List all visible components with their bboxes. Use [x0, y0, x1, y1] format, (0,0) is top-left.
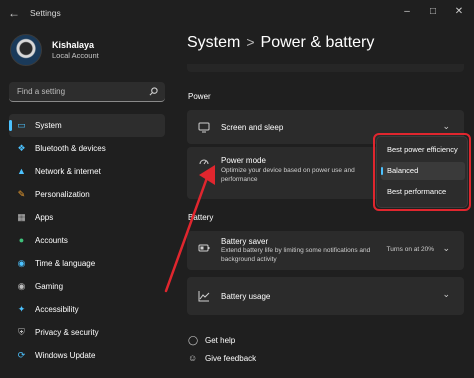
battery-saver-status: Turns on at 20% [386, 246, 434, 253]
battery-saver-label: Battery saver [221, 237, 269, 246]
sidebar-item-accounts[interactable]: ● Accounts [9, 229, 165, 252]
sidebar-item-accessibility[interactable]: ✦ Accessibility [9, 298, 165, 321]
sidebar-item-privacy[interactable]: ⛨ Privacy & security [9, 321, 165, 344]
sidebar-item-network[interactable]: ▲ Network & internet [9, 160, 165, 183]
battery-usage-card[interactable]: Battery usage ⌄ [187, 277, 464, 315]
breadcrumb: System > Power & battery [187, 34, 374, 52]
content-top-edge [187, 64, 464, 72]
screen-sleep-icon [198, 122, 210, 133]
avatar[interactable] [10, 34, 42, 66]
sidebar-item-label: Windows Update [35, 351, 96, 360]
accessibility-icon: ✦ [17, 304, 26, 314]
minimize-button[interactable]: – [398, 4, 416, 20]
help-icon: ◯ [188, 335, 199, 345]
sidebar-item-system[interactable]: ▭ System [9, 114, 165, 137]
screen-and-sleep-label: Screen and sleep [221, 123, 284, 132]
battery-saver-description: Extend battery life by limiting some not… [221, 247, 371, 263]
sidebar-item-label: Accessibility [35, 305, 79, 314]
sidebar-item-label: Personalization [35, 190, 90, 199]
give-feedback-link[interactable]: Give feedback [205, 354, 256, 363]
back-arrow-icon[interactable]: ← [8, 6, 22, 20]
shield-icon: ⛨ [18, 327, 25, 337]
update-icon: ⟳ [17, 350, 26, 360]
annotation-arrow [164, 165, 215, 293]
sidebar-item-label: Privacy & security [35, 328, 99, 337]
search-input[interactable]: Find a setting [9, 82, 165, 102]
chevron-down-icon[interactable]: ⌄ [442, 121, 450, 132]
bluetooth-icon: ❖ [17, 143, 26, 153]
account-type: Local Account [52, 51, 99, 60]
power-mode-label: Power mode [221, 156, 266, 165]
sidebar-item-label: Bluetooth & devices [35, 144, 106, 153]
sidebar-item-windows-update[interactable]: ⟳ Windows Update [9, 344, 165, 367]
user-name: Kishalaya [52, 40, 95, 50]
monitor-icon: ▭ [17, 120, 26, 130]
title-bar: ← Settings – □ ✕ [0, 0, 474, 26]
sidebar-nav: ▭ System ❖ Bluetooth & devices ▲ Network… [9, 114, 165, 367]
section-heading-power: Power [188, 92, 211, 101]
sidebar-item-gaming[interactable]: ◉ Gaming [9, 275, 165, 298]
sidebar-item-label: Accounts [35, 236, 68, 245]
battery-usage-label: Battery usage [221, 292, 271, 301]
wifi-icon: ▲ [17, 166, 26, 176]
feedback-icon: ☺ [188, 353, 198, 363]
sidebar-item-apps[interactable]: ▦ Apps [9, 206, 165, 229]
battery-saver-card[interactable]: Battery saver Extend battery life by lim… [187, 231, 464, 270]
close-button[interactable]: ✕ [450, 4, 468, 20]
chevron-down-icon[interactable]: ⌄ [442, 289, 450, 300]
power-mode-description: Optimize your device based on power use … [221, 167, 355, 183]
breadcrumb-parent[interactable]: System [187, 34, 240, 51]
search-placeholder: Find a setting [17, 87, 66, 96]
sidebar-item-bluetooth[interactable]: ❖ Bluetooth & devices [9, 137, 165, 160]
search-icon [149, 87, 158, 96]
app-title: Settings [30, 8, 61, 18]
settings-window: ← Settings – □ ✕ Kishalaya Local Account… [0, 0, 474, 378]
annotation-highlight-box [373, 133, 471, 211]
sidebar-item-label: Time & language [35, 259, 96, 268]
sidebar-item-label: System [35, 121, 62, 130]
maximize-button[interactable]: □ [424, 4, 442, 20]
get-help-link[interactable]: Get help [205, 336, 235, 345]
apps-icon: ▦ [17, 212, 26, 222]
person-icon: ● [18, 235, 25, 245]
breadcrumb-separator: > [246, 34, 255, 50]
chevron-down-icon[interactable]: ⌄ [442, 243, 450, 254]
brush-icon: ✎ [17, 189, 26, 199]
sidebar-item-personalization[interactable]: ✎ Personalization [9, 183, 165, 206]
sidebar-item-label: Gaming [35, 282, 64, 291]
globe-icon: ◉ [17, 258, 26, 268]
sidebar-item-label: Apps [35, 213, 54, 222]
page-title: Power & battery [260, 34, 375, 51]
sidebar-item-label: Network & internet [35, 167, 101, 176]
sidebar-item-time-language[interactable]: ◉ Time & language [9, 252, 165, 275]
gamepad-icon: ◉ [17, 281, 26, 291]
